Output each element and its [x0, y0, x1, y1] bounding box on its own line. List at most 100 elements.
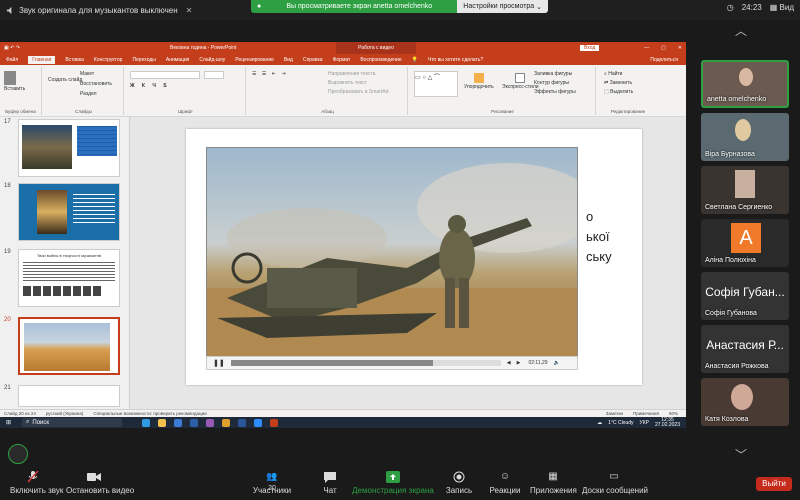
- app-icon[interactable]: [206, 418, 214, 427]
- participant-face: [735, 119, 751, 141]
- edge-icon[interactable]: [142, 418, 150, 427]
- tab-slideshow[interactable]: Слайд-шоу: [199, 57, 225, 63]
- microphone-muted-icon: [27, 471, 39, 483]
- tab-view[interactable]: Вид: [284, 57, 293, 63]
- participant-tile[interactable]: anetta omelchenko: [701, 60, 789, 108]
- video-progress-bar[interactable]: [230, 360, 501, 366]
- thumb-number: 20: [4, 317, 11, 323]
- section-button[interactable]: Раздел: [80, 91, 97, 97]
- leave-meeting-button[interactable]: Выйти: [756, 477, 792, 491]
- stop-video-button[interactable]: Остановить видео: [66, 471, 134, 495]
- explorer-icon[interactable]: [158, 418, 166, 427]
- slide-thumbnail-19[interactable]: Твои войны в творчості музикантів: [18, 249, 120, 307]
- chevron-down-icon[interactable]: ﹀: [735, 446, 747, 463]
- shapes-gallery[interactable]: ▭ ○ △ ⌒: [414, 71, 458, 97]
- tab-review[interactable]: Рецензирование: [235, 57, 274, 63]
- login-button[interactable]: Вход: [580, 45, 600, 51]
- arrange-button[interactable]: Упорядочить: [464, 73, 494, 90]
- comments-button[interactable]: Примечания: [633, 411, 659, 416]
- tab-home[interactable]: Главная: [28, 55, 56, 64]
- close-icon[interactable]: ✕: [186, 6, 193, 15]
- language-indicator[interactable]: УКР: [640, 420, 649, 426]
- thumb-number: 18: [4, 183, 11, 189]
- replace-button[interactable]: ⇄ Заменить: [604, 80, 632, 86]
- search-icon: ⌕: [26, 419, 30, 425]
- align-text-button[interactable]: Выровнять текст: [328, 80, 367, 86]
- editing-label: Редактирование: [610, 109, 646, 114]
- record-button[interactable]: Запись: [444, 471, 474, 495]
- participant-tile[interactable]: Катя Козлова: [701, 378, 789, 426]
- apps-button[interactable]: ▦ Приложения: [530, 471, 577, 495]
- slide-thumbnail-18[interactable]: [18, 183, 120, 241]
- save-icon[interactable]: ▣ ↶ ↷: [4, 45, 20, 51]
- participant-name: anetta omelchenko: [707, 96, 767, 103]
- powerpoint-icon[interactable]: [270, 418, 278, 427]
- tab-insert[interactable]: Вставка: [65, 57, 84, 63]
- paste-button[interactable]: Вставить: [4, 71, 25, 92]
- tab-transitions[interactable]: Переходы: [132, 57, 155, 63]
- tab-file[interactable]: Файл: [6, 57, 18, 63]
- accessibility-status[interactable]: Специальные возможности: проверить реком…: [93, 411, 206, 416]
- reset-button[interactable]: Восстановить: [80, 81, 112, 87]
- participants-button[interactable]: 👥 20 Участники: [252, 471, 292, 495]
- notes-button[interactable]: Заметки: [606, 411, 623, 416]
- tell-me-search[interactable]: Что вы хотите сделать?: [428, 57, 483, 63]
- participant-tile[interactable]: Віра Бурназова: [701, 113, 789, 161]
- current-slide[interactable]: о ької ську ❚❚ ◀ ▶ 02:11,29 🔈: [186, 129, 642, 385]
- video-time: 02:11,29: [528, 360, 548, 366]
- new-slide-button[interactable]: Создать слайд: [48, 77, 82, 83]
- tab-help[interactable]: Справка: [303, 57, 323, 63]
- windows-start-icon[interactable]: ⊞: [6, 419, 11, 426]
- rewind-icon[interactable]: ◀: [507, 360, 511, 366]
- word-icon[interactable]: [238, 418, 246, 427]
- slide-thumbnail-21[interactable]: [18, 385, 120, 407]
- chrome-icon[interactable]: [222, 418, 230, 427]
- select-button[interactable]: ⬚ Выделить: [604, 89, 633, 95]
- tab-animations[interactable]: Анимация: [166, 57, 189, 63]
- reactions-button[interactable]: ☺ Реакции: [488, 471, 522, 495]
- participant-tile[interactable]: Светлана Сергиенко: [701, 166, 789, 214]
- text-direction-button[interactable]: Направление текста: [328, 71, 375, 77]
- window-controls[interactable]: — ▢ ✕: [644, 45, 682, 51]
- shared-screen: ▣ ↶ ↷ Вековна година - PowerPoint Работа…: [0, 42, 686, 428]
- tab-playback[interactable]: Воспроизведение: [360, 57, 401, 63]
- view-button[interactable]: ▦ Вид: [770, 3, 794, 12]
- font-name-select[interactable]: [130, 71, 200, 79]
- view-options-button[interactable]: Настройки просмотра ⌄: [457, 0, 548, 13]
- zoom-icon[interactable]: [254, 418, 262, 427]
- pause-icon[interactable]: ❚❚: [213, 359, 225, 367]
- audio-notice-text: Звук оригинала для музыкантов выключен: [19, 5, 178, 15]
- share-screen-button[interactable]: Демонстрация экрана: [352, 471, 434, 495]
- participant-tile[interactable]: Анастасия Р... Анастасия Рожкова: [701, 325, 789, 373]
- chat-button[interactable]: Чат: [318, 471, 342, 495]
- smartart-button[interactable]: Преобразовать в SmartArt: [328, 89, 389, 95]
- weather-icon: ☁: [597, 419, 603, 426]
- find-button[interactable]: ⌕ Найти: [604, 71, 622, 77]
- shape-effects-button[interactable]: Эффекты фигуры: [534, 89, 576, 95]
- forward-icon[interactable]: ▶: [517, 360, 521, 366]
- participant-tile[interactable]: А Аліна Полюхіна: [701, 219, 789, 267]
- layout-button[interactable]: Макет: [80, 71, 94, 77]
- share-ppt-button[interactable]: Поделиться: [650, 57, 678, 63]
- pencil-icon[interactable]: [8, 444, 28, 464]
- tab-format[interactable]: Формат: [333, 57, 351, 63]
- speaker-icon: [6, 6, 12, 14]
- slide-thumbnail-17[interactable]: [18, 119, 120, 177]
- font-format-buttons[interactable]: Ж К Ч S: [130, 83, 170, 89]
- list-buttons[interactable]: ☰ ☰ ⇤ ⇥: [252, 71, 288, 77]
- participant-tile[interactable]: Софія Губан... Софія Губанова: [701, 272, 789, 320]
- mail-icon[interactable]: [190, 418, 198, 427]
- shape-fill-button[interactable]: Заливка фигуры: [534, 71, 572, 77]
- taskbar-search[interactable]: ⌕ Поиск: [22, 418, 122, 427]
- language-status: русский (Украина): [45, 411, 84, 416]
- store-icon[interactable]: [174, 418, 182, 427]
- font-size-select[interactable]: [204, 71, 224, 79]
- slide-thumbnail-20[interactable]: [18, 317, 120, 375]
- tab-design[interactable]: Конструктор: [94, 57, 123, 63]
- chevron-up-icon[interactable]: ︿: [735, 22, 747, 39]
- video-frame[interactable]: [206, 147, 578, 357]
- shape-outline-button[interactable]: Контур фигуры: [534, 80, 569, 86]
- volume-icon[interactable]: 🔈: [554, 360, 560, 366]
- whiteboards-button[interactable]: ▭ Доски сообщений: [582, 471, 648, 495]
- unmute-button[interactable]: Включить звук: [10, 471, 63, 495]
